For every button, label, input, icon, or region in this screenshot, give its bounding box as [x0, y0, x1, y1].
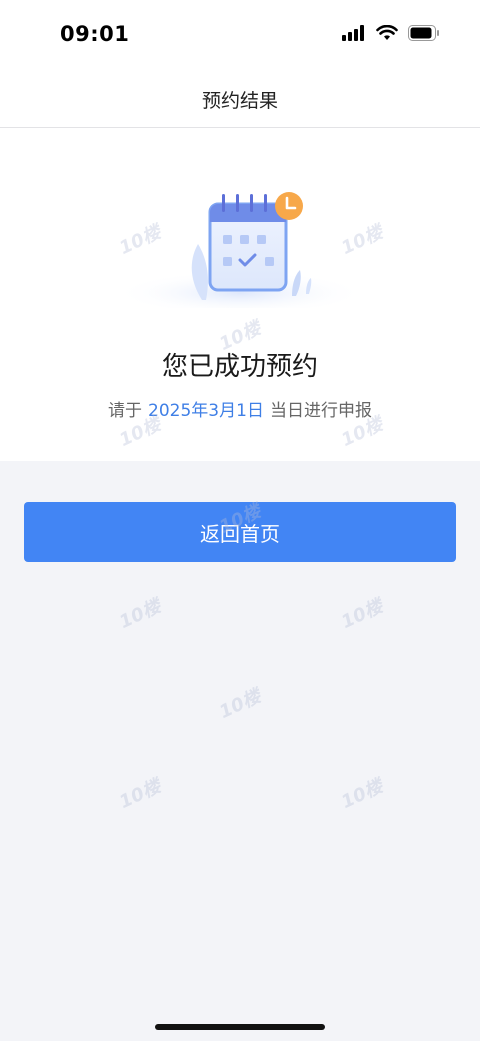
- appointment-date: 2025年3月1日: [148, 401, 264, 421]
- status-icons: [342, 24, 440, 45]
- battery-icon: [408, 25, 440, 45]
- watermark: 10楼: [216, 685, 265, 723]
- result-subtitle: 请于 2025年3月1日 当日进行申报: [0, 396, 480, 421]
- result-card: 您已成功预约 请于 2025年3月1日 当日进行申报: [0, 128, 480, 461]
- cellular-signal-icon: [342, 25, 366, 45]
- calendar-success-illustration: [115, 192, 365, 308]
- result-sub-prefix: 请于: [108, 401, 143, 421]
- return-home-button[interactable]: 返回首页: [24, 502, 456, 562]
- watermark: 10楼: [116, 775, 165, 813]
- result-title: 您已成功预约: [161, 352, 318, 382]
- status-time: 09:01: [60, 22, 130, 46]
- home-indicator: [155, 1024, 325, 1030]
- watermark: 10楼: [338, 595, 387, 633]
- result-sub-suffix: 当日进行申报: [269, 401, 372, 421]
- watermark: 10楼: [116, 595, 165, 633]
- page-title: 预约结果: [201, 90, 278, 112]
- nav-bar: 预约结果: [0, 74, 480, 128]
- watermark: 10楼: [338, 775, 387, 813]
- wifi-icon: [376, 24, 398, 45]
- status-bar: 09:01: [0, 0, 480, 74]
